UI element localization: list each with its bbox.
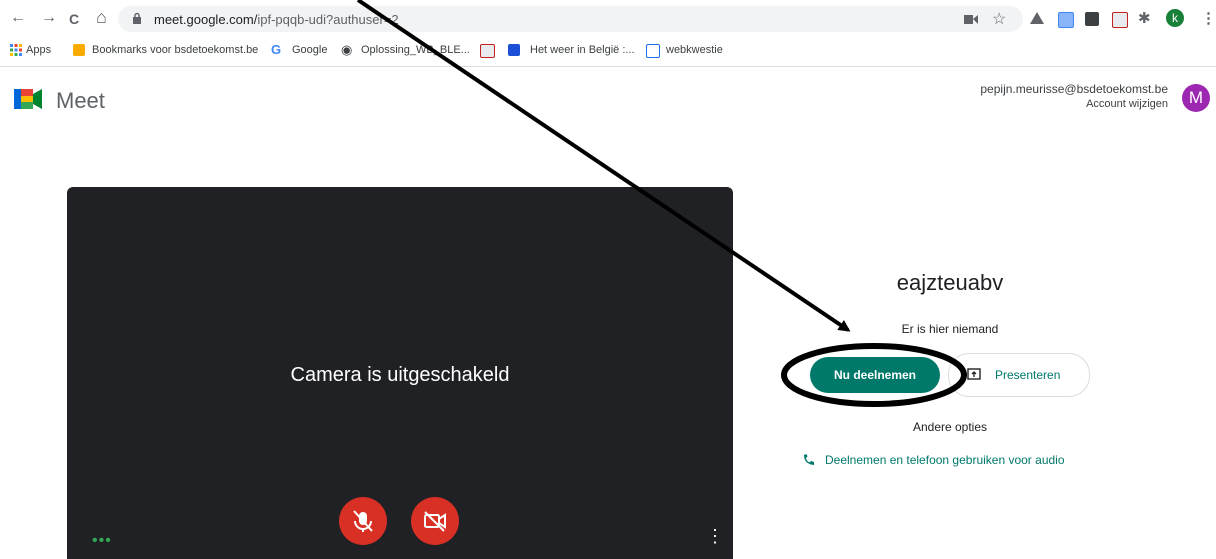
participants-status: Er is hier niemand	[901, 322, 999, 336]
back-icon[interactable]: ←	[10, 9, 26, 27]
camera-toggle-button[interactable]	[411, 497, 459, 545]
url-text[interactable]: meet.google.com/ipf-pqqb-udi?authuser=2	[154, 12, 399, 27]
profile-avatar[interactable]: k	[1166, 9, 1184, 27]
browser-menu-icon[interactable]: ⋮	[1201, 9, 1216, 27]
microphone-toggle-button[interactable]	[339, 497, 387, 545]
folder-icon	[73, 44, 85, 56]
lock-icon	[133, 12, 141, 24]
app-title: Meet	[56, 88, 105, 113]
present-button-label: Presenteren	[995, 368, 1061, 382]
forward-icon[interactable]: →	[41, 9, 57, 27]
google-icon: G	[271, 42, 282, 57]
phone-icon	[804, 454, 814, 465]
meet-logo-icon	[14, 89, 42, 109]
pdf-extension-icon[interactable]	[1112, 12, 1128, 28]
bookmark-oplossing[interactable]: Oplossing_WB_BLE...	[361, 44, 470, 56]
home-icon[interactable]: ⌂	[96, 7, 107, 28]
bookmark-folder[interactable]: Bookmarks voor bsdetoekomst.be	[92, 44, 258, 56]
apps-grid-icon[interactable]	[10, 44, 22, 56]
bookmark-apps[interactable]: Apps	[26, 44, 51, 56]
globe-icon: ◉	[341, 42, 353, 57]
reload-icon[interactable]: C	[69, 11, 79, 27]
puzzle-dev-icon[interactable]	[1085, 12, 1099, 26]
join-now-button[interactable]: Nu deelnemen	[810, 357, 940, 393]
camera-icon[interactable]	[964, 14, 978, 25]
present-button[interactable]: Presenteren	[948, 353, 1090, 397]
star-icon[interactable]: ☆	[992, 9, 1006, 29]
bookmark-google[interactable]: Google	[292, 44, 327, 56]
pdf-icon[interactable]	[480, 44, 495, 58]
weather-icon	[508, 44, 520, 56]
extensions-puzzle-icon[interactable]: ✱	[1138, 9, 1151, 27]
meeting-code: eajzteuabv	[896, 270, 1004, 295]
account-email: pepijn.meurisse@bsdetoekomst.be	[980, 82, 1168, 96]
mic-off-icon	[353, 510, 373, 532]
camera-off-icon	[424, 511, 446, 532]
extension-icon[interactable]	[1058, 12, 1074, 28]
drive-icon[interactable]	[1030, 12, 1044, 25]
bookmark-weather[interactable]: Het weer in België :...	[530, 44, 635, 56]
camera-off-text: Camera is uitgeschakeld	[290, 364, 510, 386]
avatar[interactable]: M	[1182, 84, 1210, 112]
more-effects-icon[interactable]: •••	[92, 532, 112, 550]
other-options-label: Andere opties	[912, 420, 988, 434]
phone-audio-link[interactable]: Deelnemen en telefoon gebruiken voor aud…	[825, 453, 1065, 467]
page-icon	[646, 44, 660, 58]
present-screen-icon	[967, 368, 981, 380]
bookmark-webkwestie[interactable]: webkwestie	[666, 44, 723, 56]
video-options-menu-icon[interactable]: ⋮	[706, 526, 724, 547]
switch-account-link[interactable]: Account wijzigen	[1086, 98, 1168, 110]
toolbar-divider	[0, 66, 1216, 67]
